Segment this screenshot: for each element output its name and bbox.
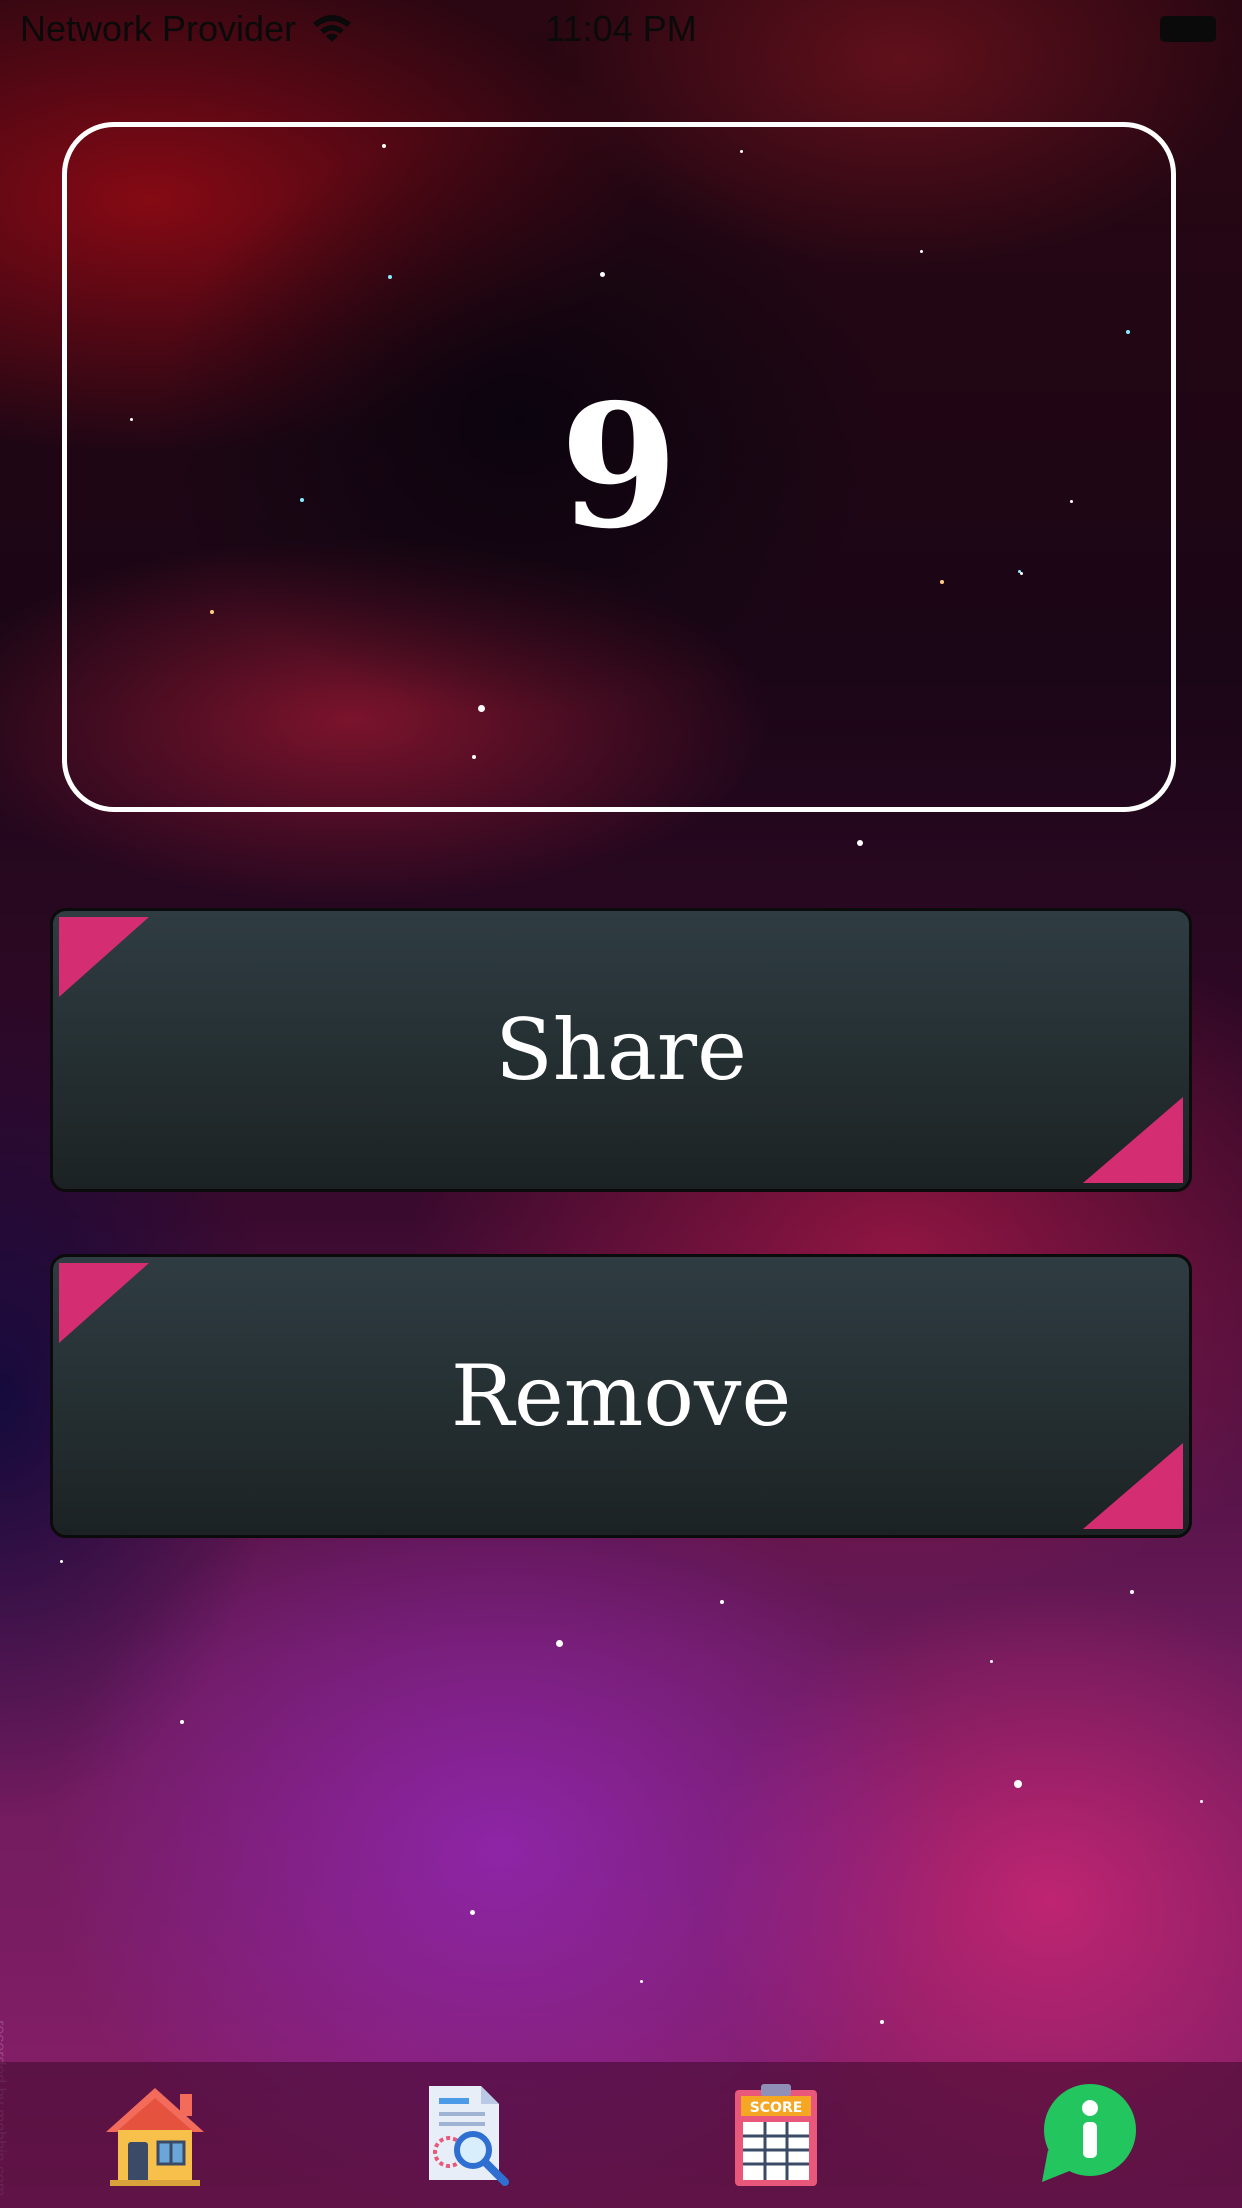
- status-bar: Network Provider 11:04 PM: [0, 0, 1242, 62]
- counter-value: 9: [559, 367, 679, 567]
- status-time: 11:04 PM: [545, 8, 697, 49]
- corner-accent-top-left: [59, 917, 149, 997]
- scoreboard-icon: SCORE: [735, 2084, 818, 2186]
- document-search-icon: [428, 2086, 509, 2186]
- tab-scoreboard[interactable]: SCORE: [711, 2075, 841, 2195]
- share-button[interactable]: Share: [50, 908, 1192, 1192]
- svg-text:SCORE: SCORE: [750, 2100, 803, 2116]
- share-button-label: Share: [495, 1001, 747, 1099]
- tab-search-document[interactable]: [401, 2075, 531, 2195]
- tab-info[interactable]: [1022, 2075, 1152, 2195]
- tab-home[interactable]: [90, 2075, 220, 2195]
- remove-button-label: Remove: [450, 1347, 792, 1445]
- corner-accent-bottom-right: [1083, 1097, 1183, 1183]
- remove-button[interactable]: Remove: [50, 1254, 1192, 1538]
- counter-display: 9: [62, 122, 1176, 812]
- tab-bar: SCORE: [0, 2062, 1242, 2208]
- info-icon: [1041, 2084, 1136, 2182]
- corner-accent-bottom-right: [1083, 1443, 1183, 1529]
- battery-icon: [1160, 16, 1216, 42]
- corner-accent-top-left: [59, 1263, 149, 1343]
- home-icon: [106, 2088, 205, 2186]
